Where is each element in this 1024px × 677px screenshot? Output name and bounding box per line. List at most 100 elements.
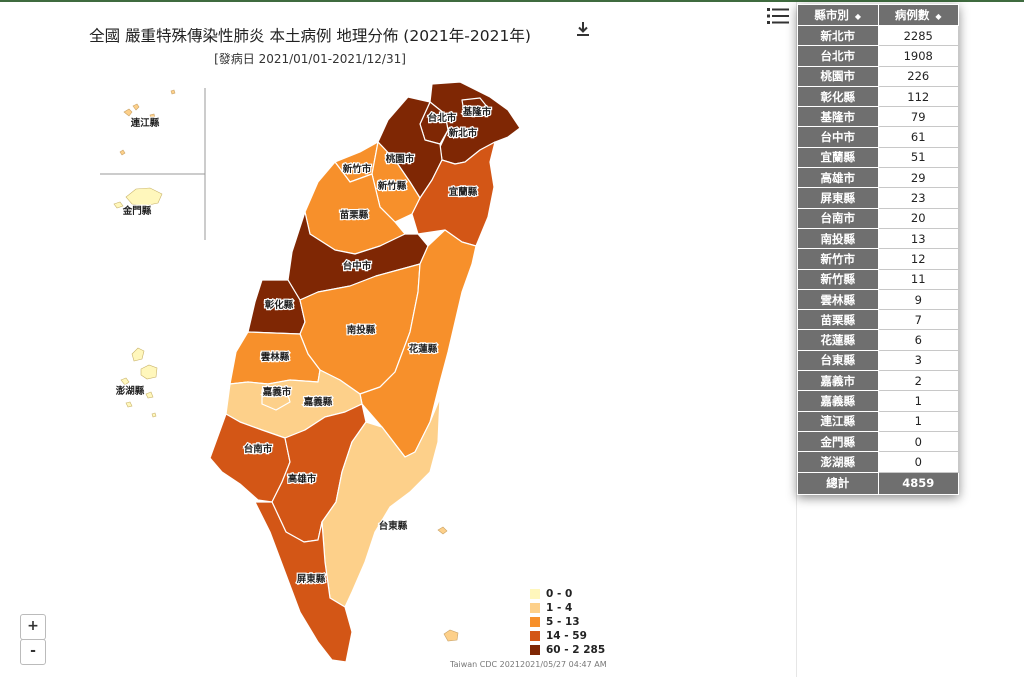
- table-row[interactable]: 澎湖縣 0: [797, 451, 959, 473]
- cell-city: 雲林縣: [797, 288, 879, 311]
- label-keelung: 基隆市: [462, 106, 492, 118]
- total-row: 總計 4859: [797, 471, 959, 495]
- table-row[interactable]: 彰化縣 112: [797, 85, 959, 108]
- legend-swatch: [530, 589, 540, 599]
- cell-cases: 51: [877, 146, 959, 169]
- download-icon[interactable]: [574, 20, 592, 38]
- table-row[interactable]: 桃園市 226: [797, 65, 959, 87]
- cell-city: 新竹市: [797, 248, 879, 270]
- sort-arrows-icon[interactable]: ◆: [935, 12, 941, 21]
- table-row[interactable]: 台北市 1908: [797, 45, 959, 67]
- cell-cases: 226: [877, 65, 959, 87]
- label-hsinchucity: 新竹市: [343, 163, 372, 175]
- orchid-island[interactable]: [443, 629, 459, 642]
- cell-cases: 1: [877, 410, 959, 432]
- table-row[interactable]: 台中市 61: [797, 126, 959, 148]
- legend-label: 0 - 0: [546, 588, 573, 600]
- cell-city: 彰化縣: [797, 85, 879, 108]
- cell-city: 嘉義市: [797, 370, 879, 392]
- cell-city: 花蓮縣: [797, 329, 879, 351]
- cell-cases: 3: [877, 349, 959, 372]
- table-row[interactable]: 宜蘭縣 51: [797, 146, 959, 169]
- table-row[interactable]: 基隆市 79: [797, 106, 959, 128]
- cell-cases: 79: [877, 106, 959, 128]
- label-lienchiang: 連江縣: [131, 117, 160, 129]
- cell-city: 苗栗縣: [797, 309, 879, 331]
- column-header-city[interactable]: 縣市別 ◆: [797, 4, 879, 26]
- label-chiayicounty: 嘉義縣: [303, 396, 333, 408]
- table-row[interactable]: 台南市 20: [797, 207, 959, 229]
- cell-city: 連江縣: [797, 410, 879, 432]
- map-subtitle: [發病日 2021/01/01-2021/12/31]: [214, 52, 406, 66]
- table-row[interactable]: 花蓮縣 6: [797, 329, 959, 351]
- green-island[interactable]: [437, 526, 448, 535]
- cell-city: 台南市: [797, 207, 879, 229]
- table-row[interactable]: 雲林縣 9: [797, 288, 959, 311]
- label-hualien: 花蓮縣: [409, 343, 438, 355]
- legend-item[interactable]: 1 - 4: [530, 601, 605, 615]
- legend-swatch: [530, 631, 540, 641]
- label-newtaipei: 新北市: [449, 127, 478, 139]
- cell-cases: 0: [877, 451, 959, 473]
- cell-cases: 12: [877, 248, 959, 270]
- total-value: 4859: [877, 471, 959, 495]
- cell-city: 屏東縣: [797, 187, 879, 209]
- cell-city: 嘉義縣: [797, 390, 879, 412]
- cell-cases: 13: [877, 227, 959, 250]
- cell-city: 新竹縣: [797, 268, 879, 290]
- label-nantou: 南投縣: [347, 324, 376, 336]
- cell-cases: 7: [877, 309, 959, 331]
- table-row[interactable]: 台東縣 3: [797, 349, 959, 372]
- map-panel: 連江縣 金門縣 澎湖縣 台北市 基隆市 新北市 桃園市 新竹市 新竹縣 宜蘭縣 …: [0, 2, 797, 677]
- table-row[interactable]: 新北市 2285: [797, 24, 959, 47]
- sort-arrows-icon[interactable]: ◆: [855, 12, 861, 21]
- table-row[interactable]: 屏東縣 23: [797, 187, 959, 209]
- cell-city: 台東縣: [797, 349, 879, 372]
- table-row[interactable]: 南投縣 13: [797, 227, 959, 250]
- cell-cases: 2: [877, 370, 959, 392]
- label-miaoli: 苗栗縣: [340, 209, 369, 221]
- penghu-islands[interactable]: [120, 347, 158, 418]
- cell-cases: 9: [877, 288, 959, 311]
- legend-item[interactable]: 14 - 59: [530, 629, 605, 643]
- table-row[interactable]: 新竹市 12: [797, 248, 959, 270]
- label-pingtung: 屏東縣: [297, 573, 326, 585]
- cell-cases: 61: [877, 126, 959, 148]
- cell-cases: 1908: [877, 45, 959, 67]
- legend-label: 14 - 59: [546, 630, 587, 642]
- cell-city: 澎湖縣: [797, 451, 879, 473]
- cell-city: 台北市: [797, 45, 879, 67]
- legend-label: 1 - 4: [546, 602, 573, 614]
- table-row[interactable]: 新竹縣 11: [797, 268, 959, 290]
- table-row[interactable]: 苗栗縣 7: [797, 309, 959, 331]
- hamburger-menu-icon[interactable]: [767, 7, 789, 25]
- cell-city: 高雄市: [797, 167, 879, 189]
- zoom-out-button[interactable]: -: [20, 639, 46, 665]
- credit-text: Taiwan CDC 20212021/05/27 04:47 AM: [450, 660, 607, 669]
- table-row[interactable]: 金門縣 0: [797, 430, 959, 453]
- kinmen-islands[interactable]: [113, 187, 163, 209]
- table-row[interactable]: 嘉義縣 1: [797, 390, 959, 412]
- zoom-in-button[interactable]: +: [20, 614, 46, 640]
- taiwan-map[interactable]: 連江縣 金門縣 澎湖縣 台北市 基隆市 新北市 桃園市 新竹市 新竹縣 宜蘭縣 …: [0, 2, 796, 677]
- cell-city: 台中市: [797, 126, 879, 148]
- legend-label: 5 - 13: [546, 616, 580, 628]
- table-row[interactable]: 高雄市 29: [797, 167, 959, 189]
- cell-cases: 112: [877, 85, 959, 108]
- label-chiayicity: 嘉義市: [262, 386, 292, 398]
- legend: 0 - 0 1 - 4 5 - 13 14 - 59 60 - 2 285: [530, 587, 605, 657]
- legend-item[interactable]: 60 - 2 285: [530, 643, 605, 657]
- table-row[interactable]: 連江縣 1: [797, 410, 959, 432]
- legend-item[interactable]: 0 - 0: [530, 587, 605, 601]
- label-taichung: 台中市: [343, 260, 372, 272]
- legend-swatch: [530, 603, 540, 613]
- case-table: 縣市別 ◆ 病例數 ◆ 新北市 2285 台北市 1908 桃園市 226 彰化縣 112 基隆市 7…: [797, 4, 959, 495]
- legend-item[interactable]: 5 - 13: [530, 615, 605, 629]
- map-title: 全國 嚴重特殊傳染性肺炎 本土病例 地理分佈 (2021年-2021年): [89, 27, 531, 45]
- column-header-cases[interactable]: 病例數 ◆: [877, 4, 959, 26]
- cell-cases: 2285: [877, 24, 959, 47]
- cell-city: 新北市: [797, 24, 879, 47]
- legend-swatch: [530, 617, 540, 627]
- table-row[interactable]: 嘉義市 2: [797, 370, 959, 392]
- legend-label: 60 - 2 285: [546, 644, 606, 656]
